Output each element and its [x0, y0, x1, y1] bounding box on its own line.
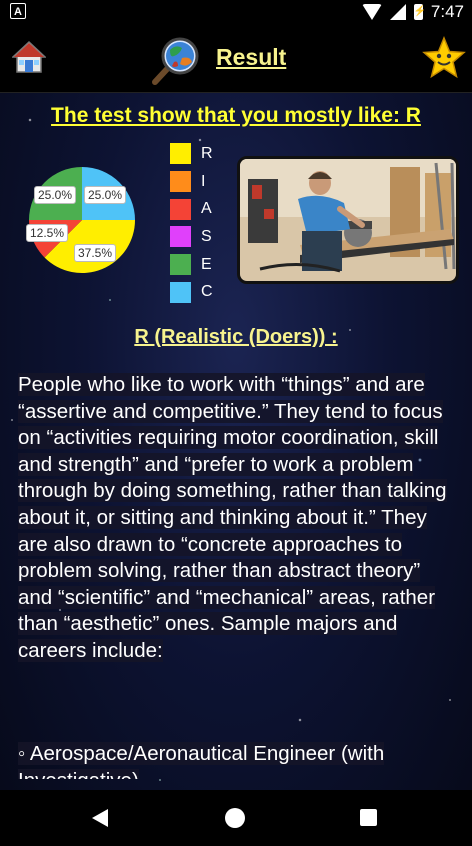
system-nav-bar [0, 790, 472, 846]
legend-label: R [201, 144, 213, 162]
description-text: People who like to work with “things” an… [18, 373, 447, 662]
rate-star-button[interactable] [422, 36, 466, 80]
home-circle-icon[interactable] [225, 808, 245, 828]
legend-swatch [170, 281, 191, 303]
status-time: 7:47 [430, 2, 464, 21]
home-button[interactable] [11, 40, 47, 74]
recent-apps-icon[interactable] [360, 809, 377, 826]
page-title: Result [216, 44, 287, 70]
worker-illustration [240, 159, 456, 281]
legend-item-r: R [170, 140, 230, 168]
pie-label-top-left: 25.0% [34, 186, 77, 204]
home-icon [11, 40, 47, 73]
legend-item-e: E [170, 251, 230, 279]
pie-label-left: 12.5% [26, 224, 69, 242]
notification-icon: A [10, 3, 26, 19]
wifi-icon [361, 4, 382, 20]
legend-swatch [170, 226, 191, 248]
legend-item-i: I [170, 168, 230, 196]
legend-swatch [170, 143, 191, 165]
career-list-item-text: ◦ Aerospace/Aeronautical Engineer (with … [18, 742, 385, 779]
legend-swatch [170, 198, 191, 220]
status-bar: A ⚡ 7:47 [0, 0, 472, 24]
legend-label: I [201, 172, 206, 190]
type-section-title: R (Realistic (Doers)) : [134, 326, 338, 348]
top-bar: Result [0, 24, 472, 93]
legend-item-a: A [170, 195, 230, 223]
legend-item-c: C [170, 278, 230, 306]
legend-label: S [201, 227, 212, 245]
result-headline: The test show that you mostly like: R [51, 104, 421, 127]
signal-icon [389, 4, 406, 20]
result-screen: A ⚡ 7:47 Result The test show that you m… [0, 0, 472, 846]
result-pie-chart: 25.0% 25.0% 12.5% 37.5% [26, 166, 136, 274]
legend-label: C [201, 283, 213, 301]
legend-label: A [201, 200, 212, 218]
career-photo [237, 156, 459, 284]
legend-swatch [170, 254, 191, 276]
career-list-item: ◦ Aerospace/Aeronautical Engineer (with … [18, 741, 458, 779]
back-icon[interactable] [92, 809, 108, 827]
pie-label-top-right: 25.0% [84, 186, 127, 204]
globe-magnifier-icon [150, 36, 200, 86]
battery-icon: ⚡ [413, 4, 426, 20]
type-description: People who like to work with “things” an… [18, 372, 458, 665]
pie-label-bottom: 37.5% [74, 244, 117, 262]
legend-label: E [201, 255, 212, 273]
legend-item-s: S [170, 223, 230, 251]
chart-legend: R I A S E C [170, 140, 230, 306]
star-icon [422, 36, 466, 79]
legend-swatch [170, 171, 191, 193]
